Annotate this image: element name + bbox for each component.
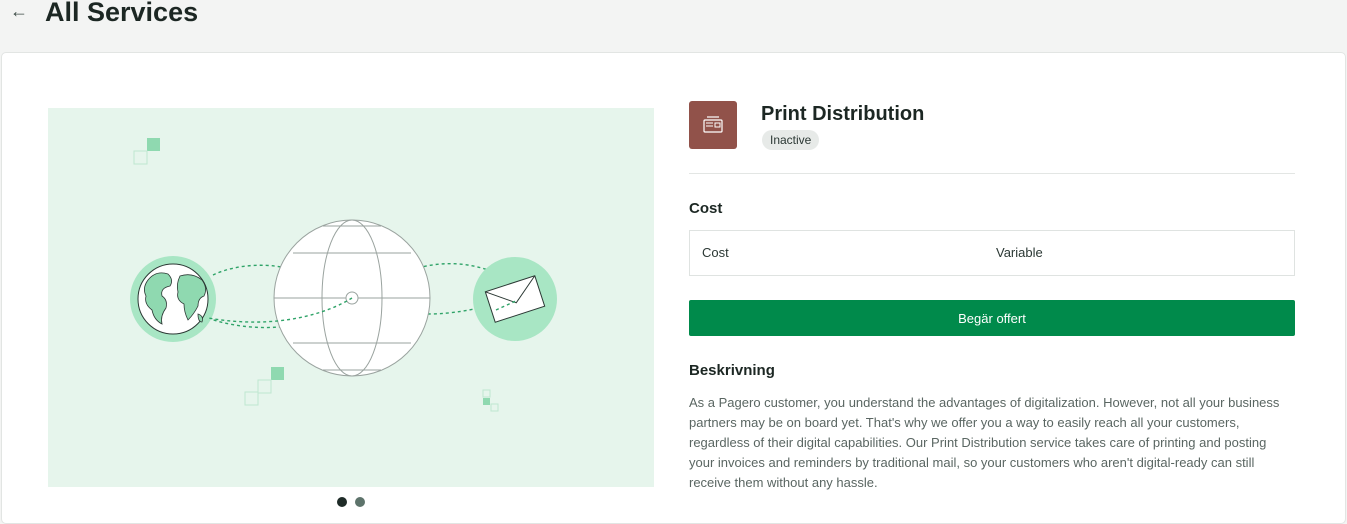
print-distribution-icon [689,101,737,149]
envelope-icon [473,257,557,341]
cost-table: Cost Variable [689,230,1295,276]
cost-heading: Cost [689,200,723,217]
service-image-carousel[interactable] [48,108,654,487]
service-title: Print Distribution [761,103,925,125]
status-badge: Inactive [762,130,820,150]
request-offer-button[interactable]: Begär offert [689,300,1295,336]
cost-row-label: Cost [702,245,729,260]
earth-icon [130,256,216,342]
globe-network-illustration [130,138,557,412]
description-heading: Beskrivning [689,362,775,379]
arrow-left-icon[interactable]: ← [9,0,29,24]
header-divider [689,173,1295,174]
cost-row-value: Variable [996,245,1043,260]
top-bar: ← All Services [0,0,1347,52]
page-title: All Services [45,0,199,27]
description-text: As a Pagero customer, you understand the… [689,395,1280,490]
carousel-dot-1[interactable] [337,497,347,507]
carousel-dot-2[interactable] [355,497,365,507]
printer-icon [703,116,723,133]
